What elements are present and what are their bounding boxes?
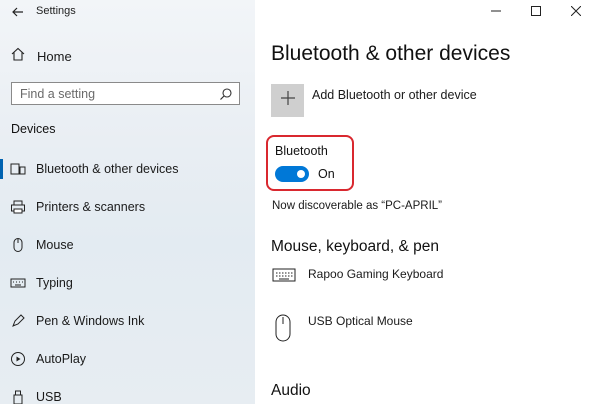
active-indicator <box>0 159 3 179</box>
device-item-keyboard[interactable]: Rapoo Gaming Keyboard <box>272 267 443 288</box>
home-icon <box>10 46 26 67</box>
maximize-button[interactable] <box>516 0 556 24</box>
sidebar-item-usb[interactable]: USB <box>0 378 255 404</box>
pen-icon <box>10 313 26 329</box>
minimize-icon <box>491 3 501 21</box>
autoplay-icon <box>10 351 26 367</box>
bluetooth-toggle-group: Bluetooth On <box>266 135 354 191</box>
usb-icon <box>10 389 26 404</box>
titlebar-left: Settings <box>0 0 255 24</box>
keyboard-icon <box>272 267 296 288</box>
sidebar-item-label: Printers & scanners <box>36 200 146 214</box>
app-title: Settings <box>36 5 76 17</box>
sidebar-item-label: Bluetooth & other devices <box>36 162 179 176</box>
search-box[interactable] <box>11 82 240 105</box>
mouse-icon <box>10 237 26 253</box>
device-name: Rapoo Gaming Keyboard <box>308 267 444 281</box>
page-title: Bluetooth & other devices <box>271 42 511 65</box>
close-icon <box>570 3 582 21</box>
add-device-label[interactable]: Add Bluetooth or other device <box>312 88 477 117</box>
sidebar-item-pen[interactable]: Pen & Windows Ink <box>0 302 255 340</box>
mouse-icon <box>272 314 296 347</box>
keyboard-icon <box>10 275 26 291</box>
device-name: USB Optical Mouse <box>308 314 413 328</box>
back-arrow-icon[interactable] <box>9 3 27 21</box>
sidebar-item-bluetooth[interactable]: Bluetooth & other devices <box>0 150 255 188</box>
main-content: Bluetooth & other devices Add Bluetooth … <box>255 0 596 404</box>
discoverable-status: Now discoverable as “PC-APRIL” <box>272 200 443 212</box>
sidebar-item-printers[interactable]: Printers & scanners <box>0 188 255 226</box>
window-controls <box>476 0 596 24</box>
maximize-icon <box>531 3 541 21</box>
sidebar-nav: Bluetooth & other devices Printers & sca… <box>0 150 255 404</box>
plus-icon <box>280 91 295 110</box>
device-item-mouse[interactable]: USB Optical Mouse <box>272 314 413 347</box>
bluetooth-toggle[interactable] <box>275 166 309 182</box>
toggle-knob <box>297 170 305 178</box>
sidebar-item-label: AutoPlay <box>36 352 87 366</box>
sidebar-item-label: Mouse <box>36 238 74 252</box>
section-header-devices: Devices <box>11 122 56 136</box>
sidebar-item-autoplay[interactable]: AutoPlay <box>0 340 255 378</box>
search-input[interactable] <box>12 83 212 104</box>
sidebar-item-label: Typing <box>36 276 73 290</box>
section-header-audio: Audio <box>271 382 311 399</box>
home-label: Home <box>37 48 72 64</box>
sidebar-item-label: USB <box>36 390 62 404</box>
sidebar: Settings Home Devices Bluetooth & other … <box>0 0 255 404</box>
printer-icon <box>10 199 26 215</box>
search-icon[interactable] <box>219 87 233 101</box>
sidebar-item-typing[interactable]: Typing <box>0 264 255 302</box>
bluetooth-label: Bluetooth <box>275 144 328 158</box>
add-tile[interactable] <box>271 84 304 117</box>
section-header-mouse-keyboard-pen: Mouse, keyboard, & pen <box>271 238 440 255</box>
add-device-button[interactable]: Add Bluetooth or other device <box>271 84 477 117</box>
sidebar-item-home[interactable]: Home <box>10 45 72 67</box>
minimize-button[interactable] <box>476 0 516 24</box>
sidebar-item-mouse[interactable]: Mouse <box>0 226 255 264</box>
toggle-state-label: On <box>318 167 335 181</box>
close-button[interactable] <box>556 0 596 24</box>
sidebar-item-label: Pen & Windows Ink <box>36 314 145 328</box>
bluetooth-devices-icon <box>10 161 26 177</box>
